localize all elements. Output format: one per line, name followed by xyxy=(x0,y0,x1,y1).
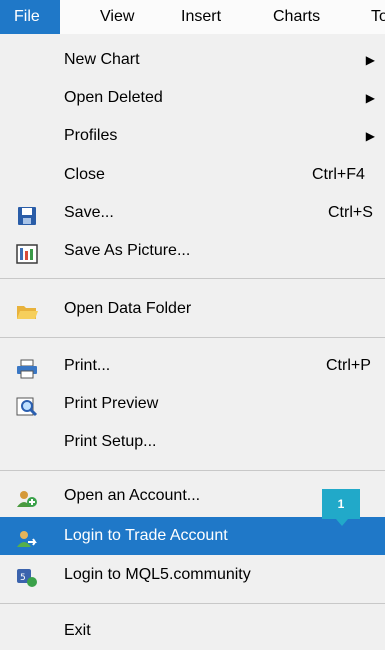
menu-item-label: Open Data Folder xyxy=(64,300,192,317)
menu-item-label: New Chart xyxy=(64,51,140,68)
menu-item-label: Login to Trade Account xyxy=(64,527,228,544)
menu-item-login-trade-account[interactable]: Login to Trade Account xyxy=(0,517,385,555)
menu-item-save-as-picture[interactable]: Save As Picture... xyxy=(0,232,385,270)
submenu-arrow-icon: ▶ xyxy=(365,129,375,143)
step-badge: 1 xyxy=(322,489,360,526)
save-icon xyxy=(16,203,38,225)
menu-item-label: Open Deleted xyxy=(64,89,163,106)
menu-item-open-data-folder[interactable]: Open Data Folder xyxy=(0,290,385,328)
menu-item-login-mql5[interactable]: 5 Login to MQL5.community xyxy=(0,556,385,594)
menu-item-label: Print Preview xyxy=(64,395,159,412)
menu-item-close[interactable]: Close Ctrl+F4 xyxy=(0,156,385,194)
mql5-icon: 5 xyxy=(16,565,38,587)
menu-item-label: Exit xyxy=(64,622,91,639)
menu-item-profiles[interactable]: Profiles ▶ xyxy=(0,117,385,155)
menu-item-open-deleted[interactable]: Open Deleted ▶ xyxy=(0,79,385,117)
menu-bar: File View Insert Charts To xyxy=(0,0,385,35)
menu-item-label: Save... xyxy=(64,204,114,221)
menu-item-print[interactable]: Print... Ctrl+P xyxy=(0,347,385,385)
menu-item-save[interactable]: Save... Ctrl+S xyxy=(0,194,385,232)
menu-tools[interactable]: To xyxy=(357,0,385,34)
menu-item-label: Profiles xyxy=(64,127,118,144)
shortcut-label: Ctrl+P xyxy=(326,357,371,374)
menu-view[interactable]: View xyxy=(86,0,148,34)
svg-text:5: 5 xyxy=(20,573,26,583)
menu-item-exit[interactable]: Exit xyxy=(0,612,385,650)
shortcut-label: Ctrl+S xyxy=(328,204,373,221)
menu-separator xyxy=(0,337,385,338)
menu-insert[interactable]: Insert xyxy=(167,0,235,34)
menu-file[interactable]: File xyxy=(0,0,60,34)
menu-item-print-preview[interactable]: Print Preview xyxy=(0,385,385,423)
login-trade-icon xyxy=(16,526,38,547)
menu-item-label: Login to MQL5.community xyxy=(64,566,251,583)
submenu-arrow-icon: ▶ xyxy=(365,53,375,67)
printer-icon xyxy=(16,356,38,379)
menu-item-print-setup[interactable]: Print Setup... xyxy=(0,423,385,461)
submenu-arrow-icon: ▶ xyxy=(365,91,375,105)
menu-item-new-chart[interactable]: New Chart ▶ xyxy=(0,41,385,79)
menu-separator xyxy=(0,278,385,279)
menu-separator xyxy=(0,603,385,604)
shortcut-label: Ctrl+F4 xyxy=(312,166,365,183)
file-menu-dropdown: New Chart ▶ Open Deleted ▶ Profiles ▶ Cl… xyxy=(0,34,385,646)
menu-item-label: Close xyxy=(64,166,105,183)
menu-item-label: Save As Picture... xyxy=(64,242,191,259)
menu-charts[interactable]: Charts xyxy=(259,0,334,34)
picture-icon xyxy=(16,241,38,264)
menu-item-label: Print Setup... xyxy=(64,433,157,450)
open-account-icon xyxy=(16,486,38,507)
menu-item-label: Open an Account... xyxy=(64,487,201,504)
menu-item-label: Print... xyxy=(64,357,111,374)
menu-separator xyxy=(0,470,385,471)
print-preview-icon xyxy=(16,394,38,417)
folder-icon xyxy=(16,299,38,319)
